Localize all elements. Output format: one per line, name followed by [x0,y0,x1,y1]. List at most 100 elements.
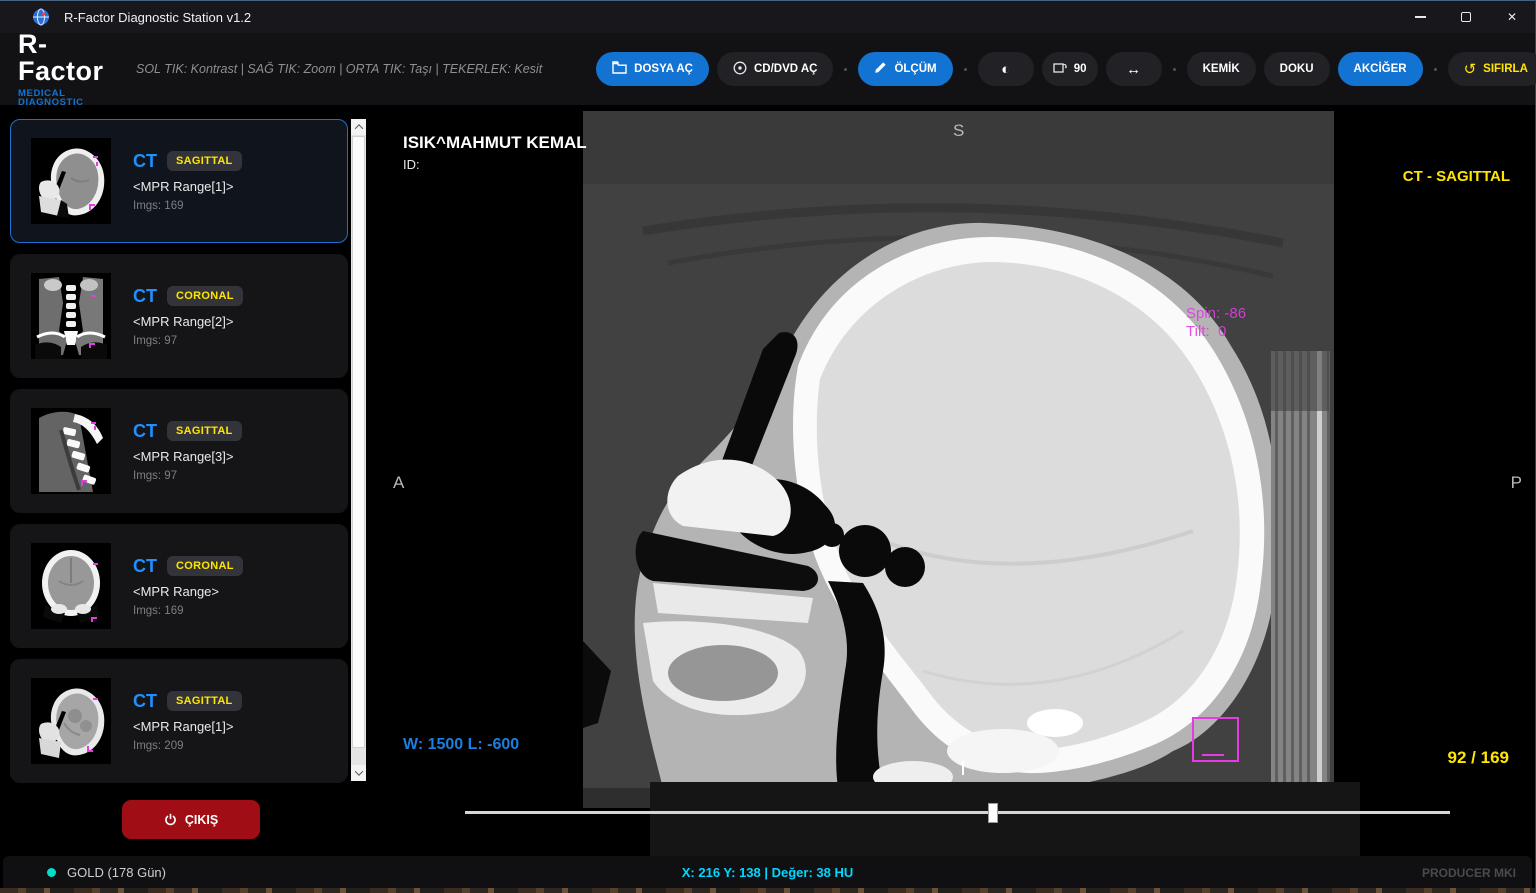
image-viewport[interactable]: ISIK^MAHMUT KEMAL ID: CT - SAGITTAL S A … [380,106,1535,856]
toolbar-separator [844,68,847,71]
desktop-edge-strip [0,888,1535,893]
series-card[interactable]: CT SAGITTAL <MPR Range[1]> Imgs: 209 [10,659,348,783]
series-card[interactable]: CT CORONAL <MPR Range[2]> Imgs: 97 [10,254,348,378]
toolbar: DOSYA AÇ CD/DVD AÇ ÖLÇÜM ◐ [596,50,1536,88]
patient-id: ID: [403,157,420,172]
series-thumbnail [31,678,111,764]
maximize-button[interactable] [1443,1,1489,33]
disc-icon [733,61,747,78]
producer-label: PRODUCER MKI [1422,866,1516,880]
series-meta: CT SAGITTAL <MPR Range[1]> Imgs: 169 [133,151,242,212]
window-lung-button[interactable]: AKCİĞER [1338,52,1423,86]
open-cd-label: CD/DVD AÇ [754,63,817,75]
tilt-value: Tilt: 0 [1186,323,1226,340]
exit-label: ÇIKIŞ [185,813,218,827]
spin-value: Spin: -86 [1186,305,1246,322]
series-image-count: Imgs: 97 [133,335,243,347]
rotate-90-button[interactable]: 90 [1042,52,1098,86]
open-file-button[interactable]: DOSYA AÇ [596,52,709,86]
invert-button[interactable]: ◐ [978,52,1034,86]
app-icon [32,8,50,26]
license-status-text: GOLD (178 Gün) [67,865,166,880]
license-status-icon [47,868,56,877]
chevron-up-icon [354,124,362,132]
mpr-spin-tilt-annotation: Spin: -86Tilt: 0 [1186,305,1246,341]
window-controls: ✕ [1397,1,1535,33]
app-logo: R-Factor MEDICAL DIAGNOSTIC [18,31,118,108]
series-image-count: Imgs: 97 [133,470,242,482]
open-cd-button[interactable]: CD/DVD AÇ [717,52,833,86]
series-modality: CT [133,691,157,712]
series-thumbnail [31,408,111,494]
series-image-count: Imgs: 169 [133,605,243,617]
series-range: <MPR Range[1]> [133,179,242,194]
slice-counter: 92 / 169 [1448,748,1509,768]
sidebar-scrollbar[interactable] [351,119,366,781]
open-file-label: DOSYA AÇ [634,63,693,75]
measure-label: ÖLÇÜM [894,63,936,75]
power-icon [164,813,177,826]
invert-icon: ◐ [1001,62,1010,77]
titlebar: R-Factor Diagnostic Station v1.2 ✕ [0,1,1535,33]
toolbar-separator [1173,68,1176,71]
header-toolbar: R-Factor MEDICAL DIAGNOSTIC SOL TIK: Kon… [0,33,1535,106]
window-lung-label: AKCİĞER [1354,63,1407,75]
main-area: CT SAGITTAL <MPR Range[1]> Imgs: 169 CT … [0,106,1535,856]
roi-box[interactable] [1192,717,1239,762]
rotate-icon [1053,61,1067,77]
orientation-marker-superior: S [953,121,964,141]
reset-button[interactable]: ↺ SIFIRLA [1448,52,1536,86]
toolbar-separator [1434,68,1437,71]
flip-horizontal-icon: ↔ [1126,62,1141,77]
folder-icon [612,61,627,77]
series-range: <MPR Range> [133,584,243,599]
reset-icon: ↺ [1464,62,1477,77]
series-modality: CT [133,556,157,577]
window-bone-label: KEMİK [1203,63,1240,75]
app-window: R-Factor Diagnostic Station v1.2 ✕ R-Fac… [0,0,1536,893]
statusbar: GOLD (178 Gün) X: 216 Y: 138 | Değer: 38… [3,856,1532,889]
patient-name: ISIK^MAHMUT KEMAL [403,133,587,153]
series-sidebar: CT SAGITTAL <MPR Range[1]> Imgs: 169 CT … [0,106,380,856]
series-card[interactable]: CT SAGITTAL <MPR Range[3]> Imgs: 97 [10,389,348,513]
exit-button[interactable]: ÇIKIŞ [122,800,260,839]
window-tissue-label: DOKU [1280,63,1314,75]
scroll-up-button[interactable] [351,119,366,135]
orientation-marker-posterior: P [1511,473,1522,493]
slice-slider-zone [650,782,1360,856]
slice-slider-thumb[interactable] [988,803,998,823]
series-image-count: Imgs: 209 [133,740,242,752]
measure-button[interactable]: ÖLÇÜM [858,52,952,86]
window-bone-button[interactable]: KEMİK [1187,52,1256,86]
series-description-label: CT - SAGITTAL [1403,168,1510,185]
series-plane-badge: SAGITTAL [167,151,242,171]
mouse-hint-text: SOL TIK: Kontrast | SAĞ TIK: Zoom | ORTA… [136,62,542,76]
chevron-down-icon [354,767,362,775]
series-plane-badge: CORONAL [167,556,243,576]
logo-title: R-Factor [18,31,118,85]
series-meta: CT SAGITTAL <MPR Range[3]> Imgs: 97 [133,421,242,482]
series-plane-badge: CORONAL [167,286,243,306]
series-card[interactable]: CT CORONAL <MPR Range> Imgs: 169 [10,524,348,648]
series-image-count: Imgs: 169 [133,200,242,212]
series-plane-badge: SAGITTAL [167,421,242,441]
series-plane-badge: SAGITTAL [167,691,242,711]
orientation-marker-anterior: A [393,473,404,493]
slice-slider-track[interactable] [465,811,1450,814]
window-tissue-button[interactable]: DOKU [1264,52,1330,86]
maximize-icon [1461,12,1471,22]
logo-subtitle: MEDICAL DIAGNOSTIC [18,89,118,108]
series-thumbnail [31,138,111,224]
minimize-button[interactable] [1397,1,1443,33]
series-card[interactable]: CT SAGITTAL <MPR Range[1]> Imgs: 169 [10,119,348,243]
cursor-info: X: 216 Y: 138 | Değer: 38 HU [682,865,854,880]
ct-sagittal-image[interactable] [583,111,1334,808]
close-button[interactable]: ✕ [1489,1,1535,33]
scroll-down-button[interactable] [351,765,366,781]
scrollbar-thumb[interactable] [352,136,365,748]
flip-horizontal-button[interactable]: ↔ [1106,52,1162,86]
series-thumbnail [31,273,111,359]
reset-label: SIFIRLA [1483,63,1528,75]
pencil-icon [874,61,887,77]
series-modality: CT [133,421,157,442]
